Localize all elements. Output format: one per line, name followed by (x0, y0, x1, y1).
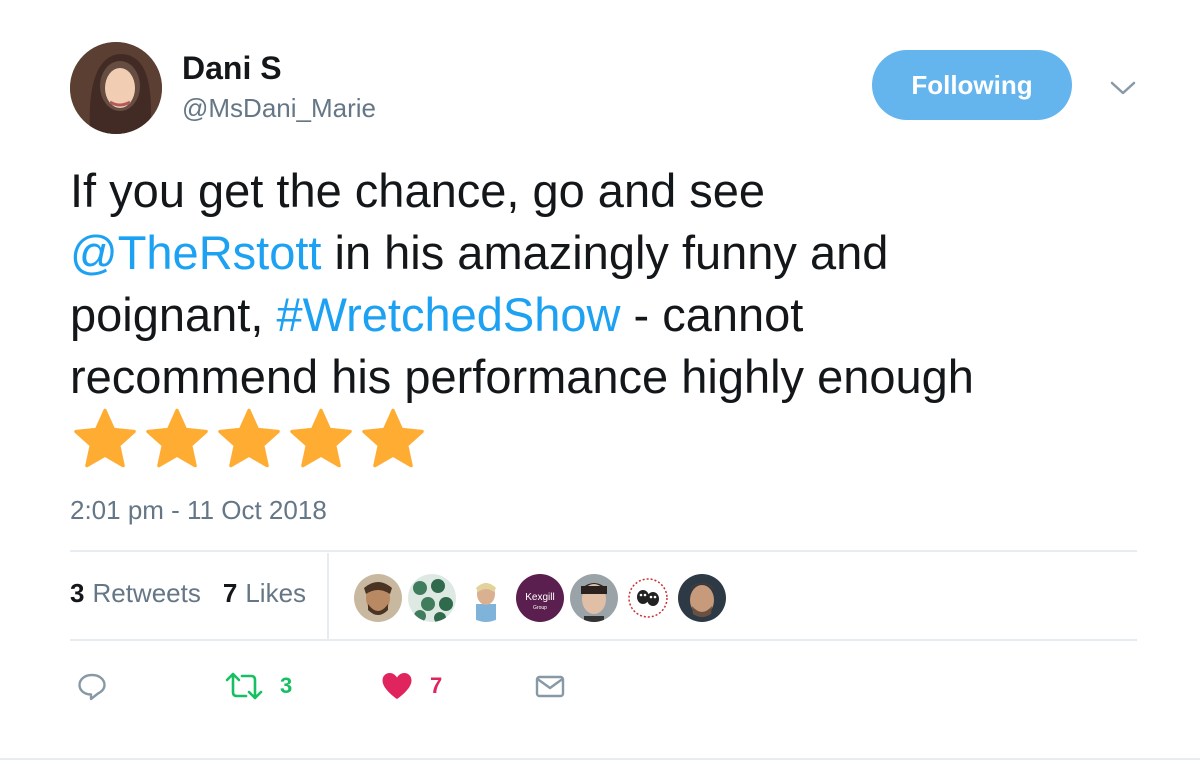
following-button[interactable]: Following (872, 50, 1072, 120)
heart-icon (382, 673, 412, 699)
author-handle[interactable]: @MsDani_Marie (182, 93, 376, 124)
liker-avatars: Kexgill Group (354, 574, 726, 622)
tweet-text: If you get the chance, go and see @TheRs… (70, 160, 1160, 408)
tweet-text-line3-start: poignant, (70, 288, 277, 341)
liker-avatar-kexgill[interactable]: Kexgill Group (516, 574, 564, 622)
likes-label: Likes (245, 578, 307, 608)
direct-message-button[interactable] (534, 664, 566, 708)
like-button[interactable]: 7 (380, 664, 442, 708)
likes-count: 7 (222, 578, 238, 608)
liker-avatar[interactable] (354, 574, 402, 622)
author-avatar[interactable] (70, 42, 162, 134)
reply-button[interactable] (76, 664, 108, 708)
retweets-count: 3 (70, 578, 85, 608)
retweets-stat[interactable]: 3 Retweets (70, 578, 201, 609)
star-icon (74, 408, 136, 468)
liker-avatar[interactable] (408, 574, 456, 622)
retweet-count: 3 (280, 673, 293, 698)
liker-avatar-theatre-badge[interactable] (624, 574, 672, 622)
mention-link[interactable]: @TheRstott (70, 226, 321, 279)
star-icon (218, 408, 280, 468)
star-rating (72, 406, 426, 472)
divider (70, 550, 1137, 552)
star-icon (362, 408, 424, 468)
chevron-down-icon[interactable] (1106, 76, 1140, 100)
author-name[interactable]: Dani S (182, 50, 282, 87)
retweet-button[interactable]: 3 (224, 664, 292, 708)
like-count: 7 (430, 673, 443, 698)
liker-avatar[interactable] (570, 574, 618, 622)
reply-icon (78, 673, 106, 701)
kexgill-logo-text: Kexgill (525, 592, 554, 603)
retweet-icon (225, 672, 263, 700)
tweet-text-line2: in his amazingly funny and (321, 226, 889, 279)
hashtag-link[interactable]: #WretchedShow (276, 288, 620, 341)
divider (70, 639, 1137, 641)
kexgill-logo-subtext: Group (533, 605, 547, 611)
liker-avatar[interactable] (678, 574, 726, 622)
star-icon (146, 408, 208, 468)
star-icon (290, 408, 352, 468)
engagement-stats: 3 Retweets 7 Likes (70, 578, 306, 609)
liker-avatar[interactable] (462, 574, 510, 622)
tweet-text-line1: If you get the chance, go and see (70, 164, 766, 217)
tweet-actions: 3 7 (70, 664, 590, 708)
mail-icon (535, 675, 565, 698)
tweet-text-line3-rest: - cannot (620, 288, 804, 341)
tweet-text-line4: recommend his performance highly enough (70, 350, 974, 403)
likes-stat[interactable]: 7 Likes (223, 578, 306, 609)
tweet-timestamp[interactable]: 2:01 pm - 11 Oct 2018 (70, 495, 327, 526)
retweets-label: Retweets (92, 578, 201, 608)
stats-divider (327, 553, 329, 639)
